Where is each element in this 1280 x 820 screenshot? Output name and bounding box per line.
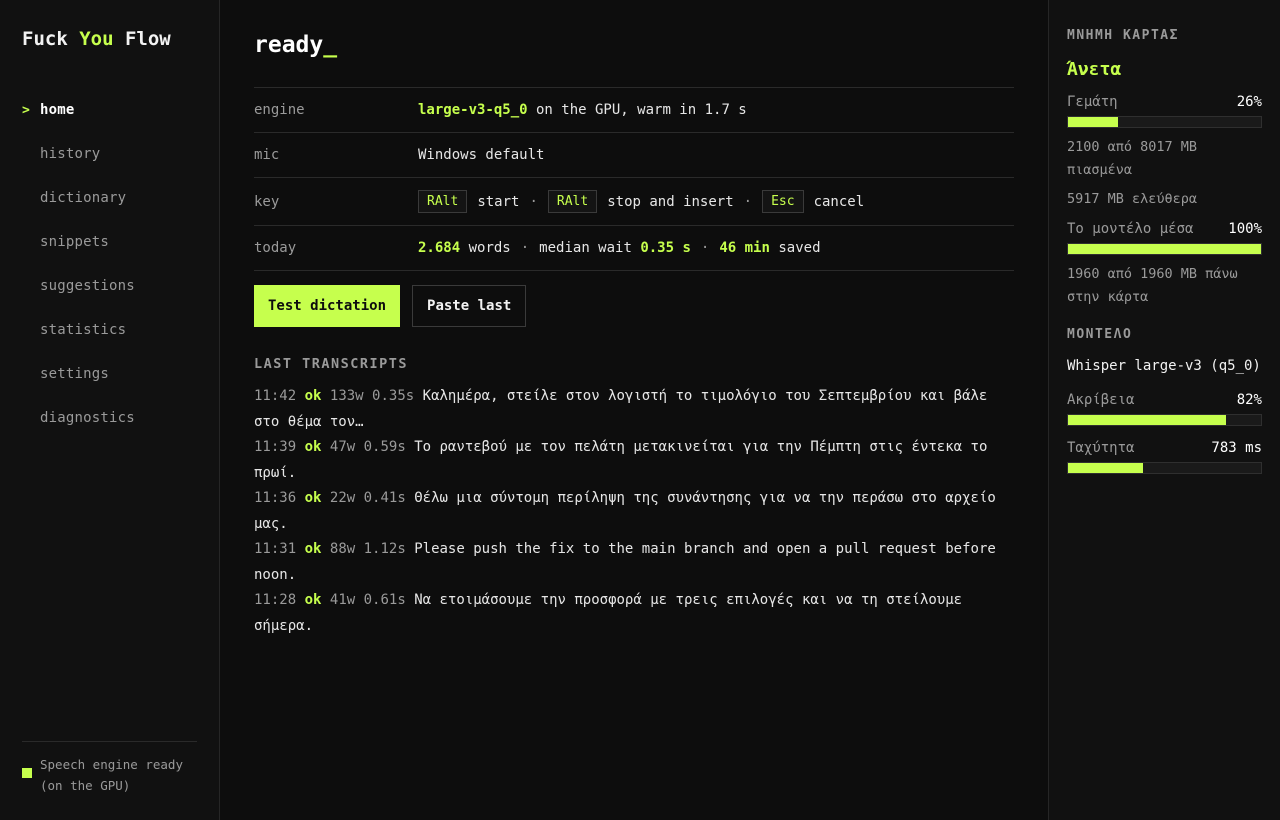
sidebar-item-settings[interactable]: settings	[22, 352, 197, 396]
key-row: key RAlt start · RAlt stop and insert · Esc can…	[254, 178, 1014, 226]
separator: ·	[529, 193, 538, 210]
speed-bar	[1067, 462, 1262, 474]
page-title-text: ready	[254, 32, 324, 58]
action-buttons: Test dictation Paste last	[254, 285, 1014, 327]
today-label: today	[254, 240, 297, 256]
engine-row: engine large-v3-q5_0 on the GPU, warm in…	[254, 88, 1014, 133]
separator: ·	[700, 240, 710, 256]
cancel-key: Esc	[762, 190, 804, 213]
list-item[interactable]: 11:28 ok 41w 0.61s Να ετοιμάσουμε την πρ…	[254, 588, 1014, 639]
model-loaded-bar	[1067, 243, 1262, 255]
mic-label: mic	[254, 147, 280, 163]
transcripts-list: 11:42 ok 133w 0.35s Καλημέρα, στείλε στο…	[254, 384, 1014, 639]
mic-value: Windows default	[418, 147, 545, 163]
words-count: 2.684	[418, 240, 461, 256]
memory-free-note: 5917 MB ελεύθερα	[1067, 191, 1198, 207]
model-name: Whisper large-v3 (q5_0)	[1067, 358, 1261, 374]
memory-full-bar	[1067, 116, 1262, 128]
sidebar-item-label: dictionary	[40, 190, 127, 206]
memory-used-note: 2100 από 8017 MB πιασμένα	[1067, 139, 1198, 178]
start-key-label: start	[477, 193, 520, 210]
speed-fill	[1068, 463, 1144, 473]
memory-state: Άνετα	[1067, 59, 1122, 80]
sidebar-item-dictionary[interactable]: dictionary	[22, 176, 197, 220]
key-label: key	[254, 193, 280, 210]
time-saved: 46 min	[719, 240, 770, 256]
list-item[interactable]: 11:39 ok 47w 0.59s Το ραντεβού με τον πε…	[254, 435, 1014, 486]
memory-heading: ΜΝΗΜΗ ΚΑΡΤΑΣ	[1067, 28, 1179, 43]
sidebar-item-label: statistics	[40, 322, 127, 338]
median-wait: 0.35 s	[640, 240, 691, 256]
sidebar-item-snippets[interactable]: snippets	[22, 220, 197, 264]
engine-model: large-v3-q5_0	[418, 102, 528, 118]
sidebar-item-label: settings	[40, 366, 110, 382]
sidebar-item-diagnostics[interactable]: diagnostics	[22, 396, 197, 440]
title-cursor: _	[323, 32, 338, 58]
chevron-right-icon: >	[22, 102, 30, 118]
transcripts-heading: LAST TRANSCRIPTS	[254, 356, 409, 372]
list-item[interactable]: 11:36 ok 22w 0.41s Θέλω μια σύντομη περί…	[254, 486, 1014, 537]
engine-status-text: Speech engine ready (on the GPU)	[40, 757, 183, 793]
sidebar-item-label: history	[40, 146, 101, 162]
app-brand: Fuck You Flow	[22, 28, 197, 50]
stop-key: RAlt	[547, 190, 598, 213]
model-loaded-fill	[1068, 244, 1261, 254]
main-content: ready_ engine large-v3-q5_0 on the GPU, …	[220, 0, 1048, 820]
engine-label: engine	[254, 102, 305, 118]
memory-full-metric: Γεμάτη 26%	[1067, 94, 1262, 110]
stop-key-label: stop and insert	[607, 193, 734, 210]
accuracy-metric: Ακρίβεια 82%	[1067, 392, 1262, 408]
sidebar: Fuck You Flow > home history dictionary …	[0, 0, 220, 820]
brand-part1: Fuck	[22, 28, 80, 50]
sidebar-item-suggestions[interactable]: suggestions	[22, 264, 197, 308]
sidebar-nav: > home history dictionary snippets sugge…	[22, 88, 197, 440]
sidebar-item-label: home	[40, 102, 75, 118]
list-item[interactable]: 11:31 ok 88w 1.12s Please push the fix t…	[254, 537, 1014, 588]
separator: ·	[520, 240, 530, 256]
engine-details: on the GPU, warm in 1.7 s	[527, 102, 747, 118]
paste-last-button[interactable]: Paste last	[412, 285, 527, 327]
model-loaded-note: 1960 από 1960 MB πάνω στην κάρτα	[1067, 266, 1238, 305]
speed-metric: Ταχύτητα 783 ms	[1067, 440, 1262, 456]
brand-part3: Flow	[113, 28, 171, 50]
cancel-key-label: cancel	[813, 193, 865, 210]
accuracy-fill	[1068, 415, 1227, 425]
mic-row: mic Windows default	[254, 133, 1014, 178]
status-indicator-icon	[22, 768, 32, 778]
memory-full-fill	[1068, 117, 1119, 127]
sidebar-item-label: snippets	[40, 234, 110, 250]
test-dictation-button[interactable]: Test dictation	[254, 285, 401, 327]
model-loaded-metric: Το μοντέλο μέσα 100%	[1067, 221, 1262, 237]
app-window: Fuck You Flow > home history dictionary …	[0, 0, 1280, 820]
sidebar-item-label: diagnostics	[40, 410, 135, 426]
model-heading: ΜΟΝΤΕΛΟ	[1067, 327, 1133, 342]
list-item[interactable]: 11:42 ok 133w 0.35s Καλημέρα, στείλε στο…	[254, 384, 1014, 435]
gpu-memory-panel: ΜΝΗΜΗ ΚΑΡΤΑΣ Άνετα Γεμάτη 26% 2100 από 8…	[1048, 0, 1280, 820]
brand-part2: You	[79, 28, 114, 50]
page-title: ready_	[254, 32, 1014, 87]
today-row: today 2.684 words · median wait 0.35 s · 46 …	[254, 226, 1014, 271]
sidebar-item-label: suggestions	[40, 278, 135, 294]
sidebar-item-statistics[interactable]: statistics	[22, 308, 197, 352]
sidebar-item-history[interactable]: history	[22, 132, 197, 176]
separator: ·	[743, 193, 753, 210]
status-table: engine large-v3-q5_0 on the GPU, warm in…	[254, 87, 1014, 271]
sidebar-item-home[interactable]: > home	[22, 88, 197, 132]
engine-status: Speech engine ready (on the GPU)	[22, 741, 197, 796]
accuracy-bar	[1067, 414, 1262, 426]
start-key: RAlt	[418, 190, 468, 213]
